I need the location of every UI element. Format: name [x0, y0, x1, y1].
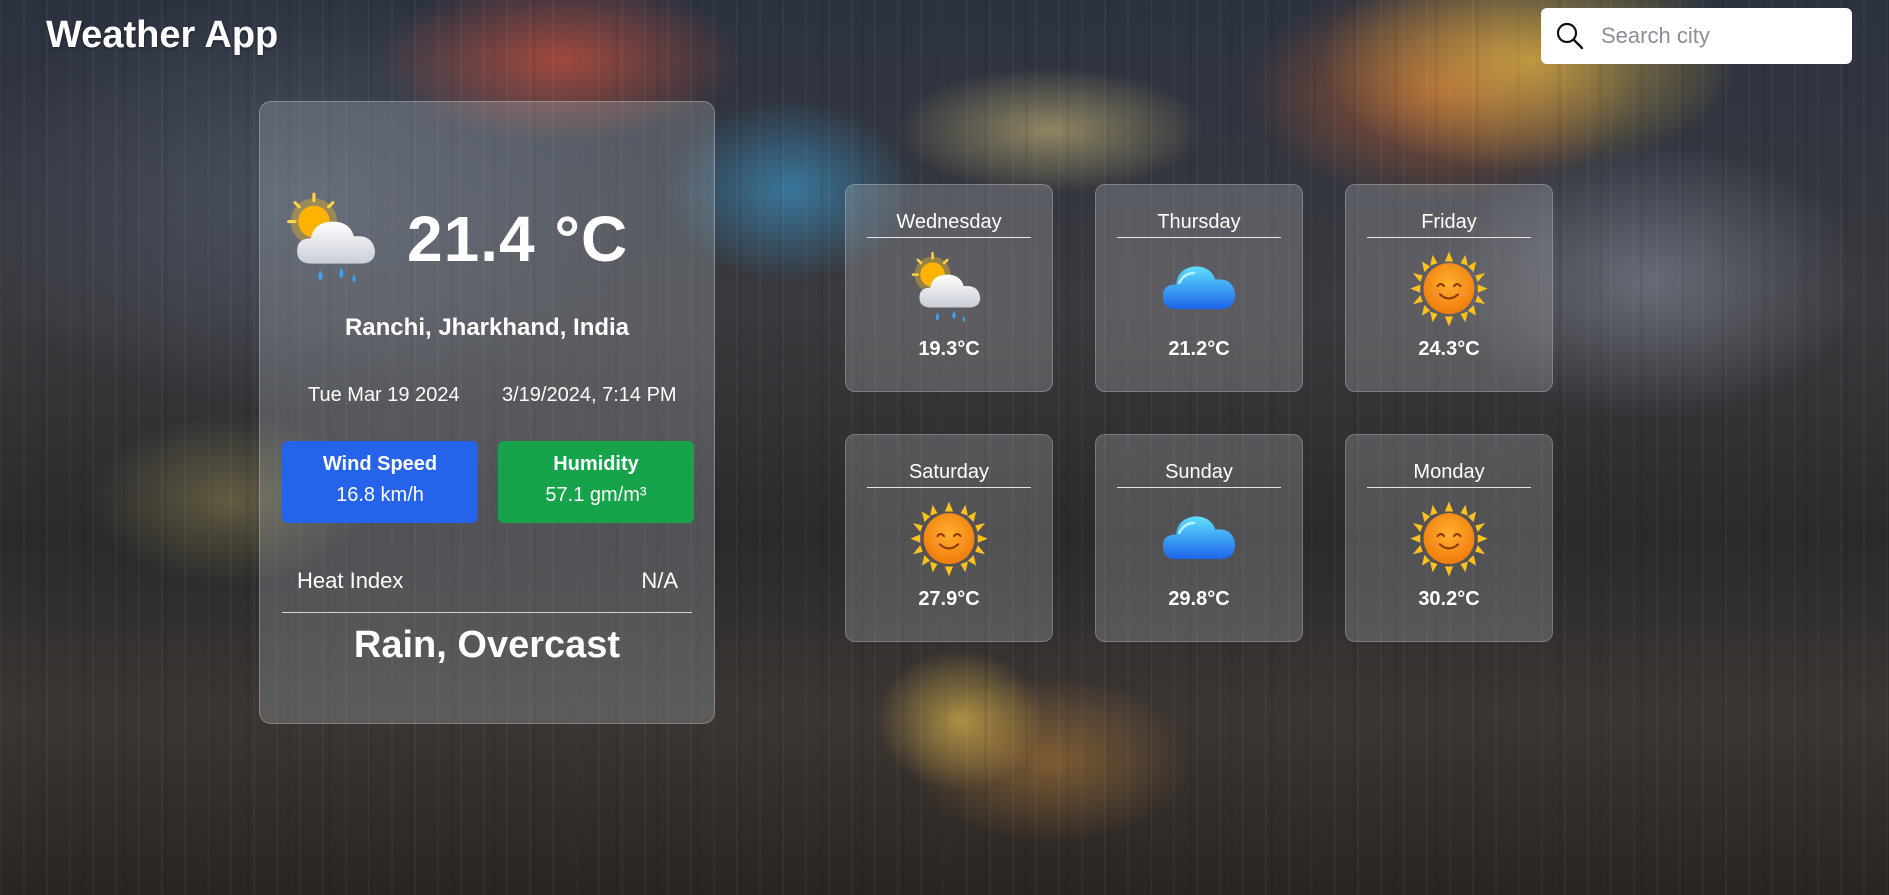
forecast-temp: 24.3°C: [1418, 338, 1480, 360]
wind-speed-value: 16.8 km/h: [336, 484, 424, 506]
current-temperature: 21.4 °C: [407, 203, 629, 275]
day-underline: [1367, 237, 1531, 238]
forecast-day: Saturday: [908, 461, 990, 483]
sun-behind-rain-cloud-icon: [282, 190, 388, 290]
forecast-card-monday: Monday 30.2°C: [1345, 434, 1553, 642]
weather-condition: Rain, Overcast: [353, 624, 621, 666]
day-underline: [1117, 237, 1281, 238]
day-underline: [867, 237, 1031, 238]
smiling-sun-icon: [1407, 500, 1491, 578]
smiling-sun-icon: [1407, 250, 1491, 328]
search-bar[interactable]: [1541, 8, 1852, 64]
forecast-day: Wednesday: [896, 211, 1002, 233]
forecast-day: Monday: [1413, 461, 1485, 483]
app-title: Weather App: [46, 14, 279, 56]
forecast-card-wednesday: Wednesday 19.3°C: [845, 184, 1053, 392]
divider: [282, 612, 692, 613]
day-underline: [1367, 487, 1531, 488]
sun-behind-rain-cloud-icon: [907, 250, 991, 328]
cloud-icon: [1157, 250, 1241, 328]
humidity-value: 57.1 gm/m³: [545, 484, 647, 506]
forecast-card-saturday: Saturday 27.9°C: [845, 434, 1053, 642]
current-date: Tue Mar 19 2024: [308, 384, 460, 406]
forecast-card-sunday: Sunday 29.8°C: [1095, 434, 1303, 642]
heat-index-label: Heat Index: [297, 568, 404, 593]
wind-speed-badge: Wind Speed 16.8 km/h: [282, 441, 478, 523]
location-name: Ranchi, Jharkhand, India: [344, 314, 630, 341]
forecast-day: Friday: [1421, 211, 1477, 233]
smiling-sun-icon: [907, 500, 991, 578]
search-icon: [1556, 22, 1584, 50]
forecast-temp: 27.9°C: [918, 588, 980, 610]
forecast-day: Thursday: [1157, 211, 1241, 233]
day-underline: [1117, 487, 1281, 488]
humidity-badge: Humidity 57.1 gm/m³: [498, 441, 694, 523]
wind-speed-label: Wind Speed: [322, 453, 438, 475]
forecast-temp: 19.3°C: [918, 338, 980, 360]
heat-index-value: N/A: [641, 568, 678, 593]
current-datetime: 3/19/2024, 7:14 PM: [502, 384, 677, 406]
forecast-day: Sunday: [1165, 461, 1233, 483]
forecast-temp: 30.2°C: [1418, 588, 1480, 610]
cloud-icon: [1157, 500, 1241, 578]
humidity-label: Humidity: [553, 453, 639, 475]
current-weather-card: 21.4 °C Ranchi, Jharkhand, India Tue Mar…: [259, 101, 715, 724]
forecast-temp: 21.2°C: [1168, 338, 1230, 360]
day-underline: [867, 487, 1031, 488]
search-input[interactable]: [1599, 22, 1843, 50]
forecast-card-thursday: Thursday 21.2°C: [1095, 184, 1303, 392]
forecast-card-friday: Friday 24.3°C: [1345, 184, 1553, 392]
forecast-temp: 29.8°C: [1168, 588, 1230, 610]
